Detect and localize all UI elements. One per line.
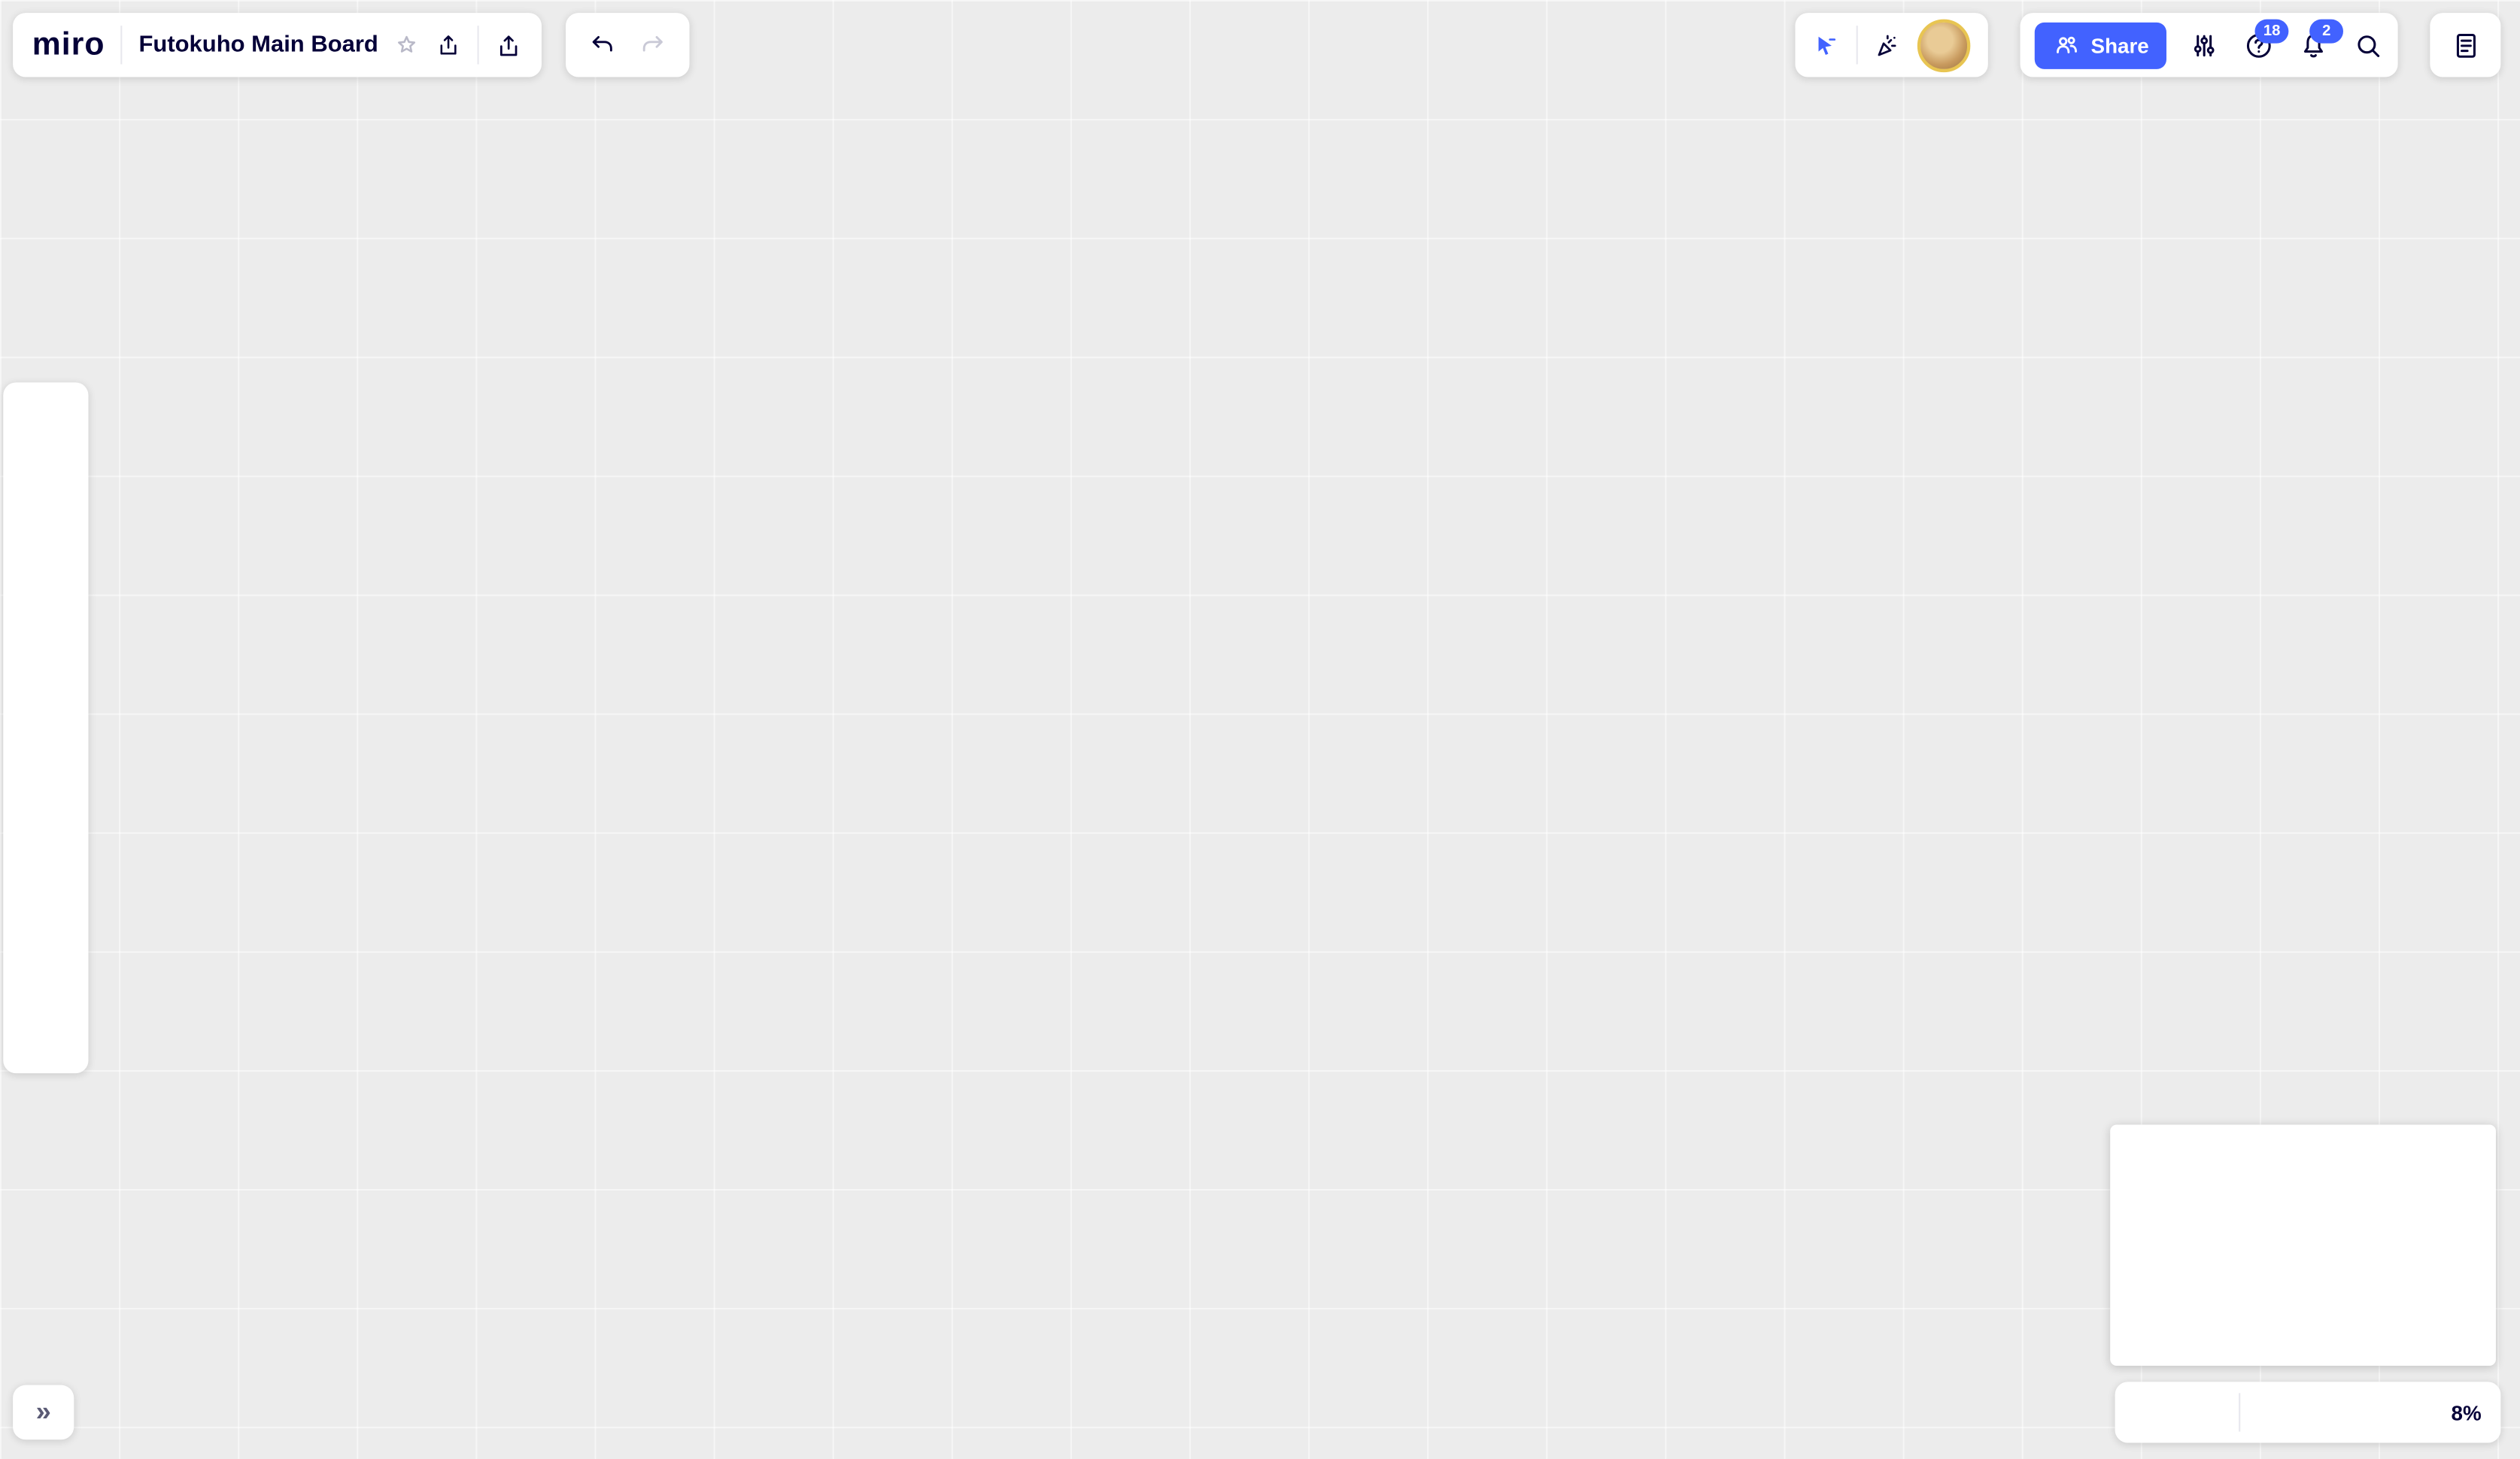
- history-card: [566, 13, 690, 77]
- notes-icon[interactable]: [2450, 30, 2481, 61]
- cursor-follow-icon[interactable]: [1813, 32, 1840, 59]
- export-icon[interactable]: [496, 32, 523, 59]
- help-icon[interactable]: 18: [2244, 18, 2289, 61]
- board-header-card: miro Futokuho Main Board: [13, 13, 542, 77]
- divider: [1856, 26, 1858, 65]
- tool-palette: [3, 382, 89, 1074]
- share-button[interactable]: Share: [2034, 21, 2167, 68]
- search-icon[interactable]: [2353, 30, 2384, 61]
- expand-panel-button[interactable]: »: [13, 1385, 74, 1440]
- confetti-icon[interactable]: [1874, 32, 1901, 59]
- notes-card: [2430, 13, 2501, 77]
- share-people-icon: [2052, 31, 2081, 59]
- miro-app-window: miro Futokuho Main Board Share 18 2 8% »: [0, 0, 2520, 1459]
- avatar[interactable]: [1917, 18, 1971, 72]
- undo-icon[interactable]: [588, 31, 617, 59]
- export-icon[interactable]: [436, 32, 462, 58]
- divider: [478, 26, 480, 65]
- presence-card: [1795, 13, 1988, 77]
- redo-icon[interactable]: [638, 31, 666, 59]
- divider: [2239, 1393, 2242, 1432]
- star-icon[interactable]: [394, 32, 420, 58]
- minimap-content: [2110, 1125, 2496, 1366]
- divider: [120, 26, 123, 65]
- bell-icon[interactable]: 2: [2298, 18, 2344, 61]
- miro-logo[interactable]: miro: [32, 26, 105, 63]
- notification-badge: 18: [2254, 18, 2289, 43]
- actions-card: Share 18 2: [2020, 13, 2398, 77]
- zoom-controls: 8%: [2115, 1382, 2501, 1443]
- chevron-right-icon: »: [35, 1396, 51, 1427]
- notification-badge: 2: [2309, 18, 2344, 43]
- board-canvas[interactable]: miro Futokuho Main Board Share 18 2 8% »: [0, 0, 2520, 1459]
- share-button-label: Share: [2090, 32, 2149, 57]
- sliders-icon[interactable]: [2189, 30, 2220, 61]
- zoom-level[interactable]: 8%: [2451, 1400, 2481, 1424]
- board-title[interactable]: Futokuho Main Board: [138, 32, 378, 58]
- minimap[interactable]: [2110, 1124, 2496, 1366]
